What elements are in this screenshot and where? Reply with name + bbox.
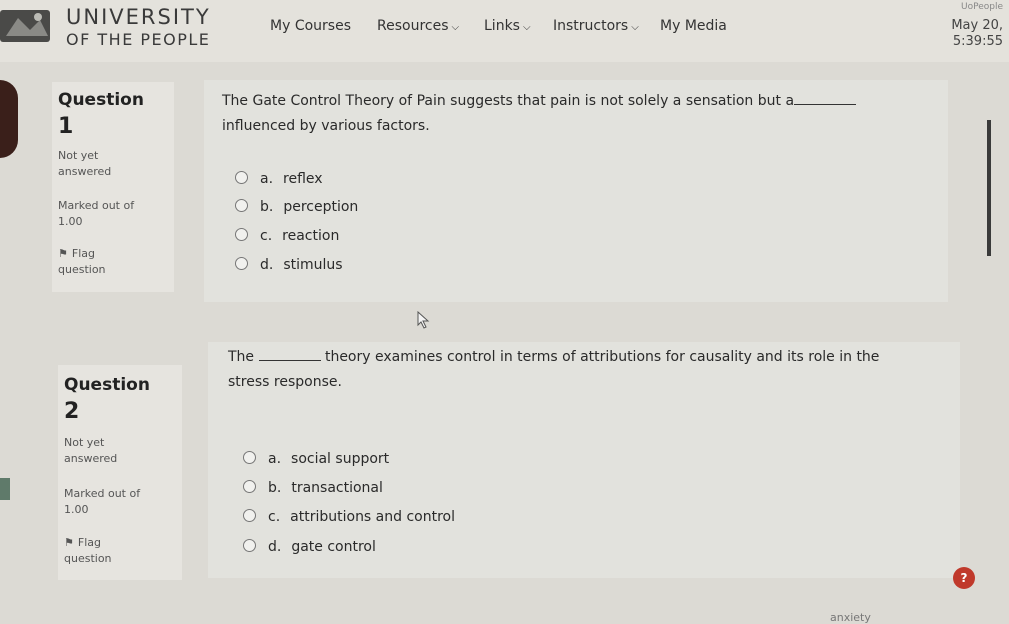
question-number: 1 [58, 114, 74, 139]
mouse-cursor-icon [417, 311, 430, 329]
flag-question-link[interactable]: ⚑ Flag question [58, 246, 106, 278]
chevron-down-icon: ⌵ [522, 22, 531, 33]
question-label: Question [64, 375, 150, 395]
question-status: Not yet answered [58, 149, 112, 178]
flag-question-link[interactable]: ⚑ Flag question [64, 535, 112, 567]
nav-resources[interactable]: Resources ⌵ [377, 18, 459, 34]
radio-button[interactable] [243, 539, 256, 552]
radio-button[interactable] [235, 228, 248, 241]
flag-icon: ⚑ [58, 247, 68, 260]
nav-links[interactable]: Links ⌵ [484, 18, 531, 34]
radio-button[interactable] [243, 509, 256, 522]
chevron-down-icon: ⌵ [631, 22, 639, 33]
radio-button[interactable] [243, 480, 256, 493]
nav-my-courses[interactable]: My Courses [270, 18, 351, 34]
answer-blank [258, 348, 321, 361]
logo-text-line2[interactable]: OF THE PEOPLE [66, 30, 210, 49]
radio-button[interactable] [235, 257, 248, 270]
answer-option-b[interactable]: b. transactional [243, 480, 383, 496]
answer-option-d[interactable]: d. gate control [243, 539, 376, 555]
logo-text-line1[interactable]: UNIVERSITY [66, 5, 211, 29]
question-info-panel: Question 2 Not yet answered Marked out o… [58, 365, 182, 580]
answer-option-c[interactable]: c. reaction [235, 228, 339, 244]
footer-text: anxiety [830, 611, 871, 624]
help-button[interactable]: ? [953, 567, 975, 589]
left-edge-decoration [0, 80, 18, 158]
university-logo-icon[interactable] [0, 6, 54, 46]
answer-blank [794, 92, 857, 105]
answer-option-d[interactable]: d. stimulus [235, 257, 343, 273]
answer-option-a[interactable]: a. reflex [235, 171, 323, 187]
nav-my-media[interactable]: My Media [660, 18, 727, 34]
question-label: Question [58, 90, 144, 110]
question-marks: Marked out of 1.00 [58, 199, 135, 228]
header-date: May 20, [951, 18, 1003, 33]
question-text: The Gate Control Theory of Pain suggests… [222, 90, 922, 137]
radio-button[interactable] [235, 199, 248, 212]
user-brand-text: UoPeople [961, 2, 1003, 12]
flag-icon: ⚑ [64, 536, 74, 549]
chevron-down-icon: ⌵ [451, 22, 460, 33]
answer-option-b[interactable]: b. perception [235, 199, 358, 215]
header-time: 5:39:55 [952, 34, 1003, 49]
answer-option-c[interactable]: c. attributions and control [243, 509, 455, 525]
left-edge-decoration [0, 478, 10, 500]
question-info-panel: Question 1 Not yet answered Marked out o… [52, 82, 174, 292]
radio-button[interactable] [235, 171, 248, 184]
site-header: UNIVERSITY OF THE PEOPLE My Courses Reso… [0, 0, 1009, 62]
scrollbar-thumb[interactable] [987, 120, 991, 256]
radio-button[interactable] [243, 451, 256, 464]
question-number: 2 [64, 399, 80, 424]
question-status: Not yet answered [64, 436, 118, 465]
question-marks: Marked out of 1.00 [64, 487, 141, 516]
question-text: The theory examines control in terms of … [228, 348, 880, 390]
answer-option-a[interactable]: a. social support [243, 451, 389, 467]
nav-instructors[interactable]: Instructors ⌵ [553, 18, 639, 34]
